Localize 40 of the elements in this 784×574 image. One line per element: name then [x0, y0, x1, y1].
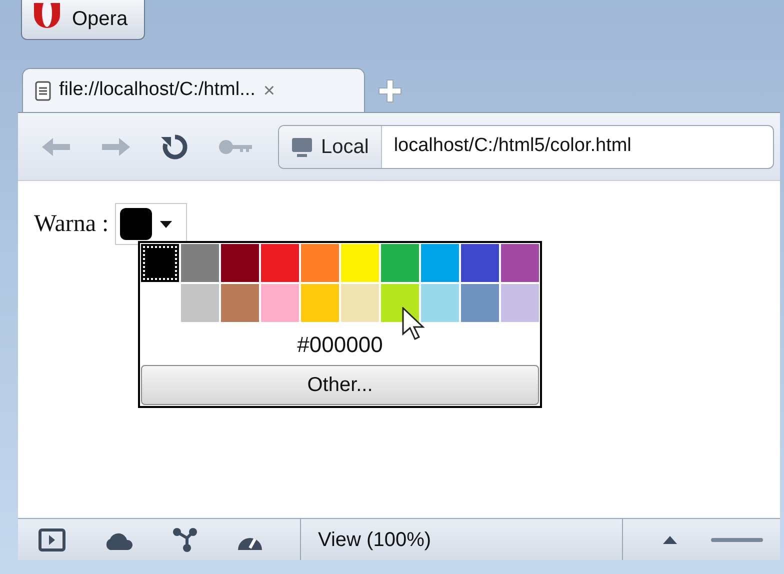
color-swatch-option[interactable]: [301, 284, 339, 322]
key-icon[interactable]: [218, 138, 254, 156]
color-swatch-option[interactable]: [461, 284, 499, 322]
dropdown-caret-icon: [160, 220, 172, 228]
computer-icon: [291, 136, 313, 158]
panel-icon[interactable]: [38, 528, 66, 552]
color-swatch-option[interactable]: [301, 244, 339, 282]
color-swatch-option[interactable]: [421, 284, 459, 322]
color-swatch-option[interactable]: [461, 244, 499, 282]
hex-value: #000000: [297, 331, 383, 359]
color-swatch-option[interactable]: [341, 244, 379, 282]
zoom-status[interactable]: View (100%): [301, 519, 623, 560]
color-swatch-option[interactable]: [221, 244, 259, 282]
close-button[interactable]: ×: [263, 76, 276, 106]
url-text: localhost/C:/html5/color.html: [392, 134, 632, 158]
color-swatch-option[interactable]: [341, 284, 379, 322]
zone-label: Local: [321, 134, 369, 160]
color-swatch-option[interactable]: [501, 244, 539, 282]
field-label: Warna :: [34, 210, 109, 239]
color-swatch-option[interactable]: [261, 244, 299, 282]
color-swatch-option[interactable]: [421, 244, 459, 282]
up-arrow-icon[interactable]: [663, 536, 677, 544]
color-picker[interactable]: [114, 203, 187, 245]
opera-menu-button[interactable]: Opera: [21, 0, 145, 40]
tab-title: file://localhost/C:/html...: [59, 78, 256, 102]
color-swatch-option[interactable]: [181, 284, 219, 322]
plus-icon[interactable]: [377, 78, 403, 104]
address-field[interactable]: Local localhost/C:/html5/color.html: [278, 124, 774, 168]
color-swatch-option[interactable]: [381, 284, 419, 322]
share-icon[interactable]: [172, 526, 198, 552]
color-swatch-option[interactable]: [261, 284, 299, 322]
mouse-pointer-icon: [402, 307, 426, 341]
color-swatch-option[interactable]: [381, 244, 419, 282]
color-swatch-option[interactable]: [181, 244, 219, 282]
color-swatch-option[interactable]: [501, 284, 539, 322]
color-swatch-option[interactable]: [141, 244, 179, 282]
document-icon: [35, 80, 51, 100]
browser-tab[interactable]: file://localhost/C:/html... ×: [22, 68, 365, 112]
other-button[interactable]: Other...: [141, 365, 539, 405]
color-swatch-option[interactable]: [221, 284, 259, 322]
